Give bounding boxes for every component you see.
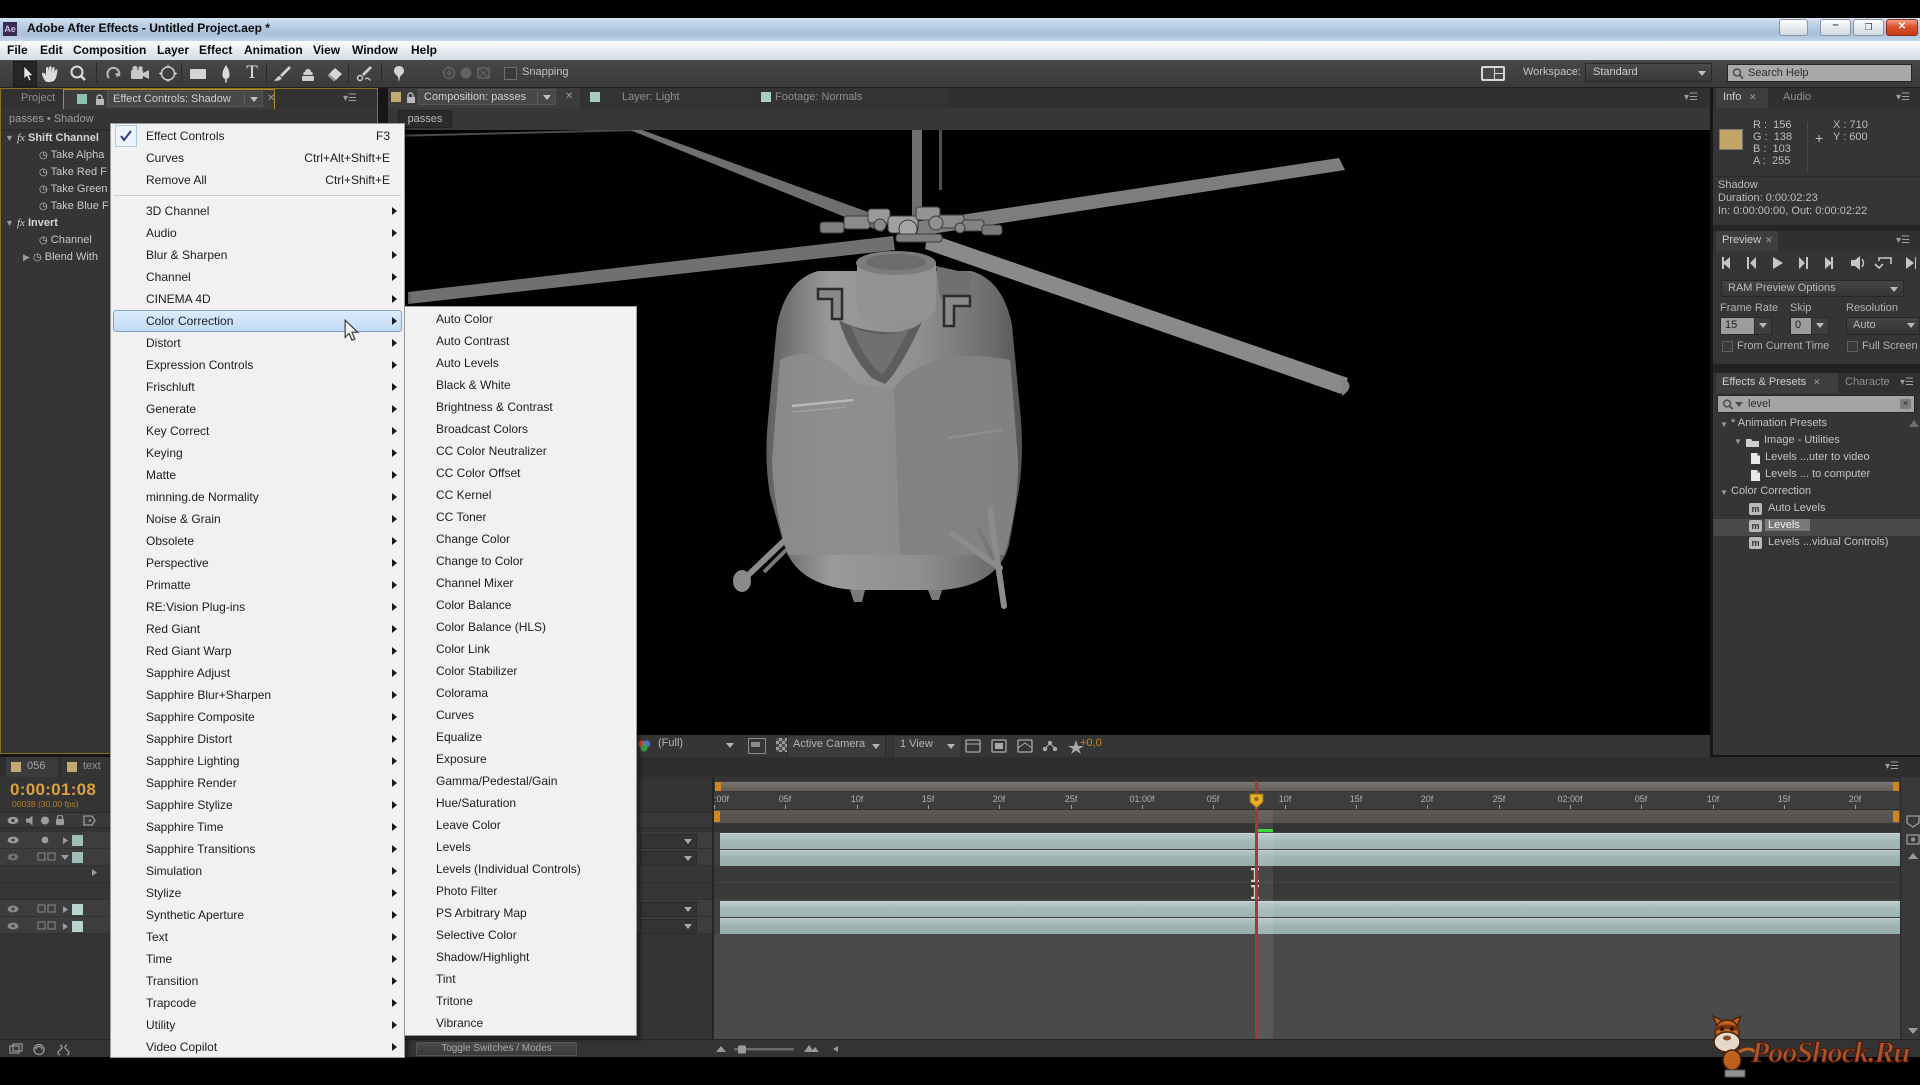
svg-text:PooShock.Ru: PooShock.Ru (1750, 1036, 1910, 1069)
